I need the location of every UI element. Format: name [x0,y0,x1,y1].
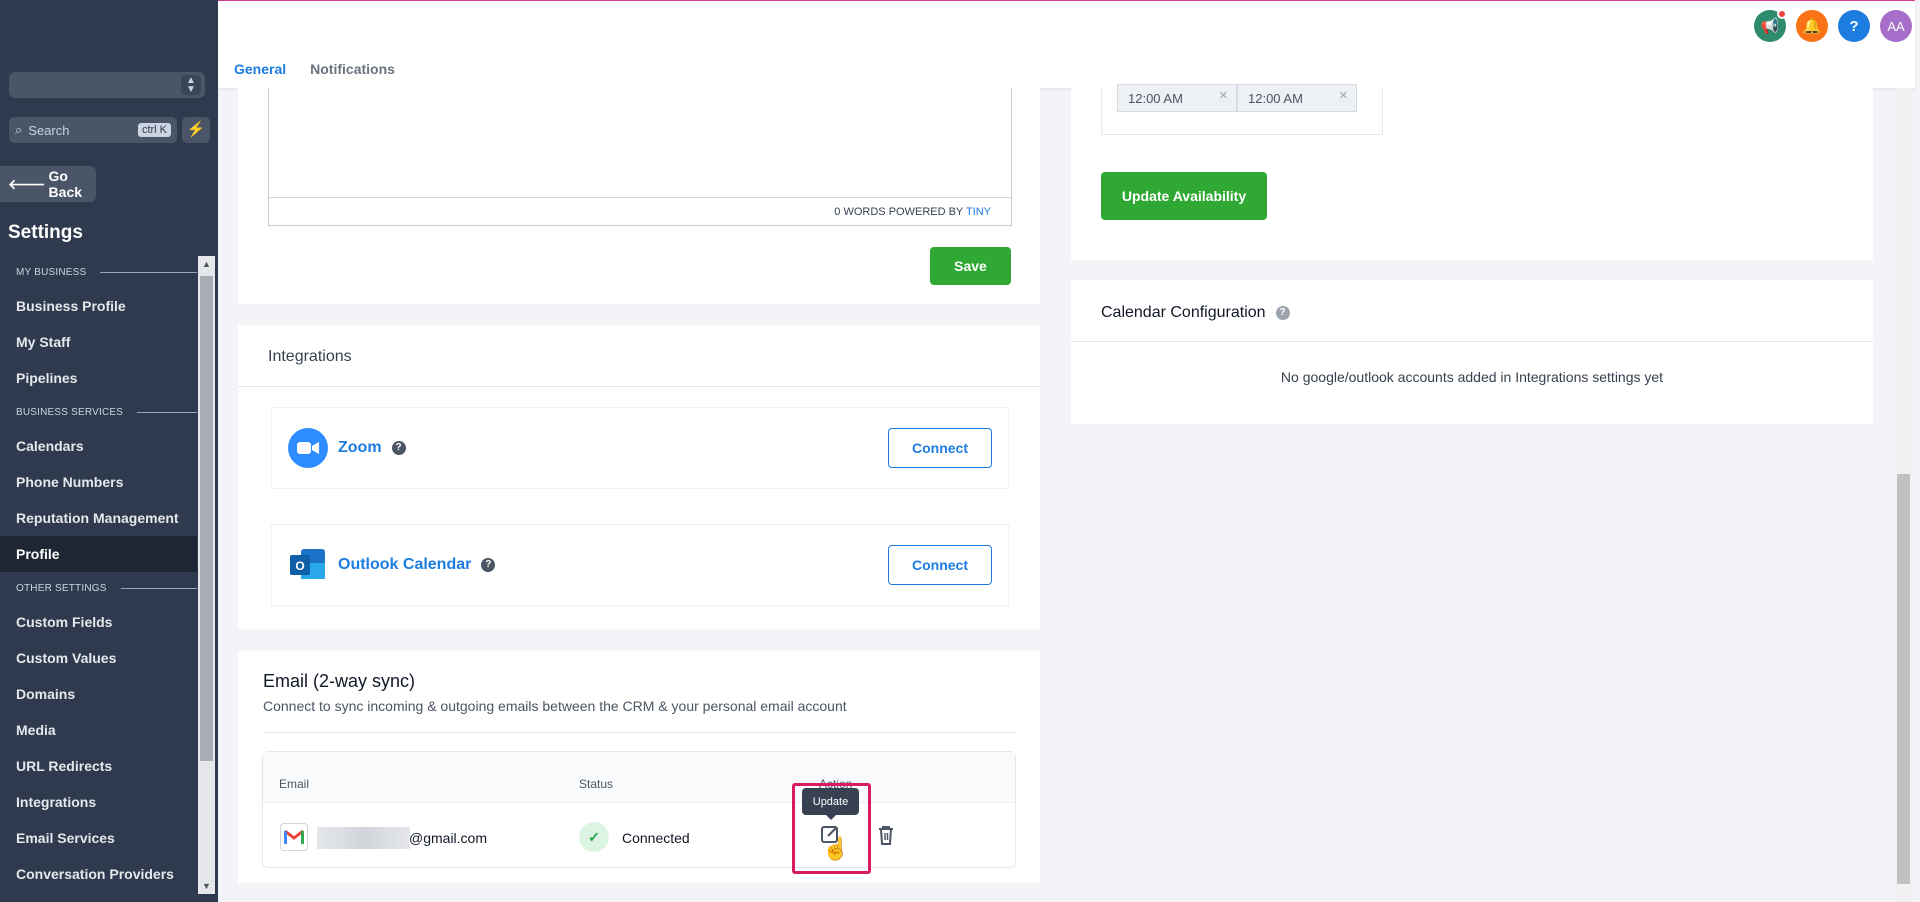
col-email: Email [279,777,310,791]
main-scroll-thumb[interactable] [1897,474,1910,884]
megaphone-icon[interactable]: 📢 [1754,9,1787,42]
sidebar: ▲ ▼ ⌕ Search ctrl K ⚡ 🡐 Go Back Settings … [0,0,218,902]
search-placeholder: Search [28,122,70,138]
sidebar-item-my-staff[interactable]: My Staff [0,324,197,360]
divider [263,732,1015,733]
zoom-name[interactable]: Zoom [338,439,382,457]
location-select[interactable]: ▲ ▼ [9,72,205,98]
sidebar-item-reputation-management[interactable]: Reputation Management [0,500,197,536]
clear-end-icon[interactable]: ✕ [1339,89,1348,102]
calendar-configuration-title: Calendar Configuration [1101,304,1266,321]
calendar-configuration-card: Calendar Configuration ? No google/outlo… [1071,280,1873,424]
powered-by: POWERED BY [888,206,964,218]
settings-nav: MY BUSINESS Business Profile My Staff Pi… [0,256,197,902]
go-back-button[interactable]: 🡐 Go Back [0,166,96,202]
clear-start-icon[interactable]: ✕ [1219,89,1228,102]
word-count: 0 WORDS [834,206,886,218]
gmail-logo-icon [280,823,308,851]
status-connected: Connected [622,830,690,846]
save-button[interactable]: Save [930,247,1011,285]
outlook-logo-icon: O [288,545,328,585]
email-sync-title: Email (2-way sync) [263,671,416,691]
notification-dot [1777,9,1787,19]
start-time-input[interactable]: 12:00 AM ✕ [1117,84,1237,112]
search-box[interactable]: ⌕ Search ctrl K [9,117,177,143]
email-sync-card: Email (2-way sync) Connect to sync incom… [238,651,1040,883]
svg-text:O: O [295,559,304,573]
update-tooltip: Update [802,788,859,820]
top-bar: General Notifications 📢 🔔 ? AA [218,0,1915,88]
check-icon: ✓ [579,822,609,852]
update-availability-button[interactable]: Update Availability [1101,172,1267,220]
sidebar-item-custom-fields[interactable]: Custom Fields [0,604,197,640]
settings-tabs: General Notifications [234,61,395,77]
tiny-link[interactable]: TINY [966,206,991,218]
help-icon[interactable]: ? [1838,10,1870,42]
section-business-services: BUSINESS SERVICES [0,396,197,428]
tab-general[interactable]: General [234,61,286,77]
quick-action-bolt-icon[interactable]: ⚡ [182,117,210,143]
time-range: 12:00 AM ✕ 12:00 AM ✕ [1117,84,1357,112]
section-my-business: MY BUSINESS [0,256,197,288]
sidebar-item-media[interactable]: Media [0,712,197,748]
sidebar-scroll-thumb[interactable] [200,276,213,761]
profile-editor-card: 0 WORDS POWERED BY TINY Save [238,88,1040,304]
zoom-logo-icon [288,428,328,468]
calendar-empty-message: No google/outlook accounts added in Inte… [1280,369,1664,385]
sidebar-item-url-redirects[interactable]: URL Redirects [0,748,197,784]
sidebar-item-conversation-providers[interactable]: Conversation Providers [0,856,197,892]
email-sync-subtitle: Connect to sync incoming & outgoing emai… [263,698,847,714]
section-other-settings: OTHER SETTINGS [0,572,197,604]
calendar-configuration-header: Calendar Configuration ? [1071,280,1873,342]
zoom-connect-button[interactable]: Connect [888,428,992,468]
outlook-name[interactable]: Outlook Calendar [338,556,471,574]
sidebar-item-email-services[interactable]: Email Services [0,820,197,856]
email-table: Email Status Action @gmail.com ✓ Connect… [262,751,1016,868]
integration-zoom: Zoom ? Connect [271,407,1009,489]
go-back-label: Go Back [48,168,83,200]
scroll-down-icon[interactable]: ▼ [198,878,215,894]
bell-icon[interactable]: 🔔 [1796,10,1828,42]
redacted-email-user [317,827,410,849]
avatar[interactable]: AA [1880,10,1912,42]
integrations-title: Integrations [238,325,1040,387]
tab-notifications[interactable]: Notifications [310,61,395,77]
sidebar-item-profile[interactable]: Profile [0,536,197,572]
sidebar-item-pipelines[interactable]: Pipelines [0,360,197,396]
table-row: @gmail.com ✓ Connected [263,803,1015,867]
hand-cursor-icon: ☝ [822,836,850,861]
sidebar-item-integrations[interactable]: Integrations [0,784,197,820]
zoom-help-icon[interactable]: ? [391,441,406,455]
end-time-input[interactable]: 12:00 AM ✕ [1237,84,1357,112]
email-address: @gmail.com [409,830,488,846]
top-icon-group: 📢 🔔 ? AA [1754,9,1912,42]
search-icon: ⌕ [15,122,23,137]
rich-text-editor[interactable]: 0 WORDS POWERED BY TINY [268,88,1012,226]
integrations-card: Integrations Zoom ? Connect O Outlook Ca… [238,325,1040,629]
main-scrollbar[interactable] [1895,88,1912,902]
integration-outlook: O Outlook Calendar ? Connect [271,524,1009,606]
arrow-left-icon: 🡐 [8,175,46,192]
sidebar-scrollbar[interactable]: ▲ ▼ [198,256,215,894]
editor-status-bar: 0 WORDS POWERED BY TINY [269,197,1011,225]
calendar-help-icon[interactable]: ? [1275,306,1290,320]
start-time-value: 12:00 AM [1128,90,1183,106]
sidebar-item-business-profile[interactable]: Business Profile [0,288,197,324]
search-shortcut: ctrl K [137,123,171,137]
outlook-connect-button[interactable]: Connect [888,545,992,585]
sidebar-item-custom-values[interactable]: Custom Values [0,640,197,676]
settings-title: Settings [8,222,83,243]
availability-card: Update Availability [1071,88,1873,260]
col-status: Status [579,777,614,791]
email-table-header: Email Status Action [263,752,1015,803]
trash-icon[interactable] [876,824,900,848]
outlook-help-icon[interactable]: ? [481,558,496,572]
sidebar-item-calendars[interactable]: Calendars [0,428,197,464]
sidebar-item-domains[interactable]: Domains [0,676,197,712]
select-caret-icon: ▲ ▼ [181,75,201,95]
scroll-up-icon[interactable]: ▲ [198,256,215,272]
end-time-value: 12:00 AM [1248,90,1303,106]
sidebar-item-phone-numbers[interactable]: Phone Numbers [0,464,197,500]
